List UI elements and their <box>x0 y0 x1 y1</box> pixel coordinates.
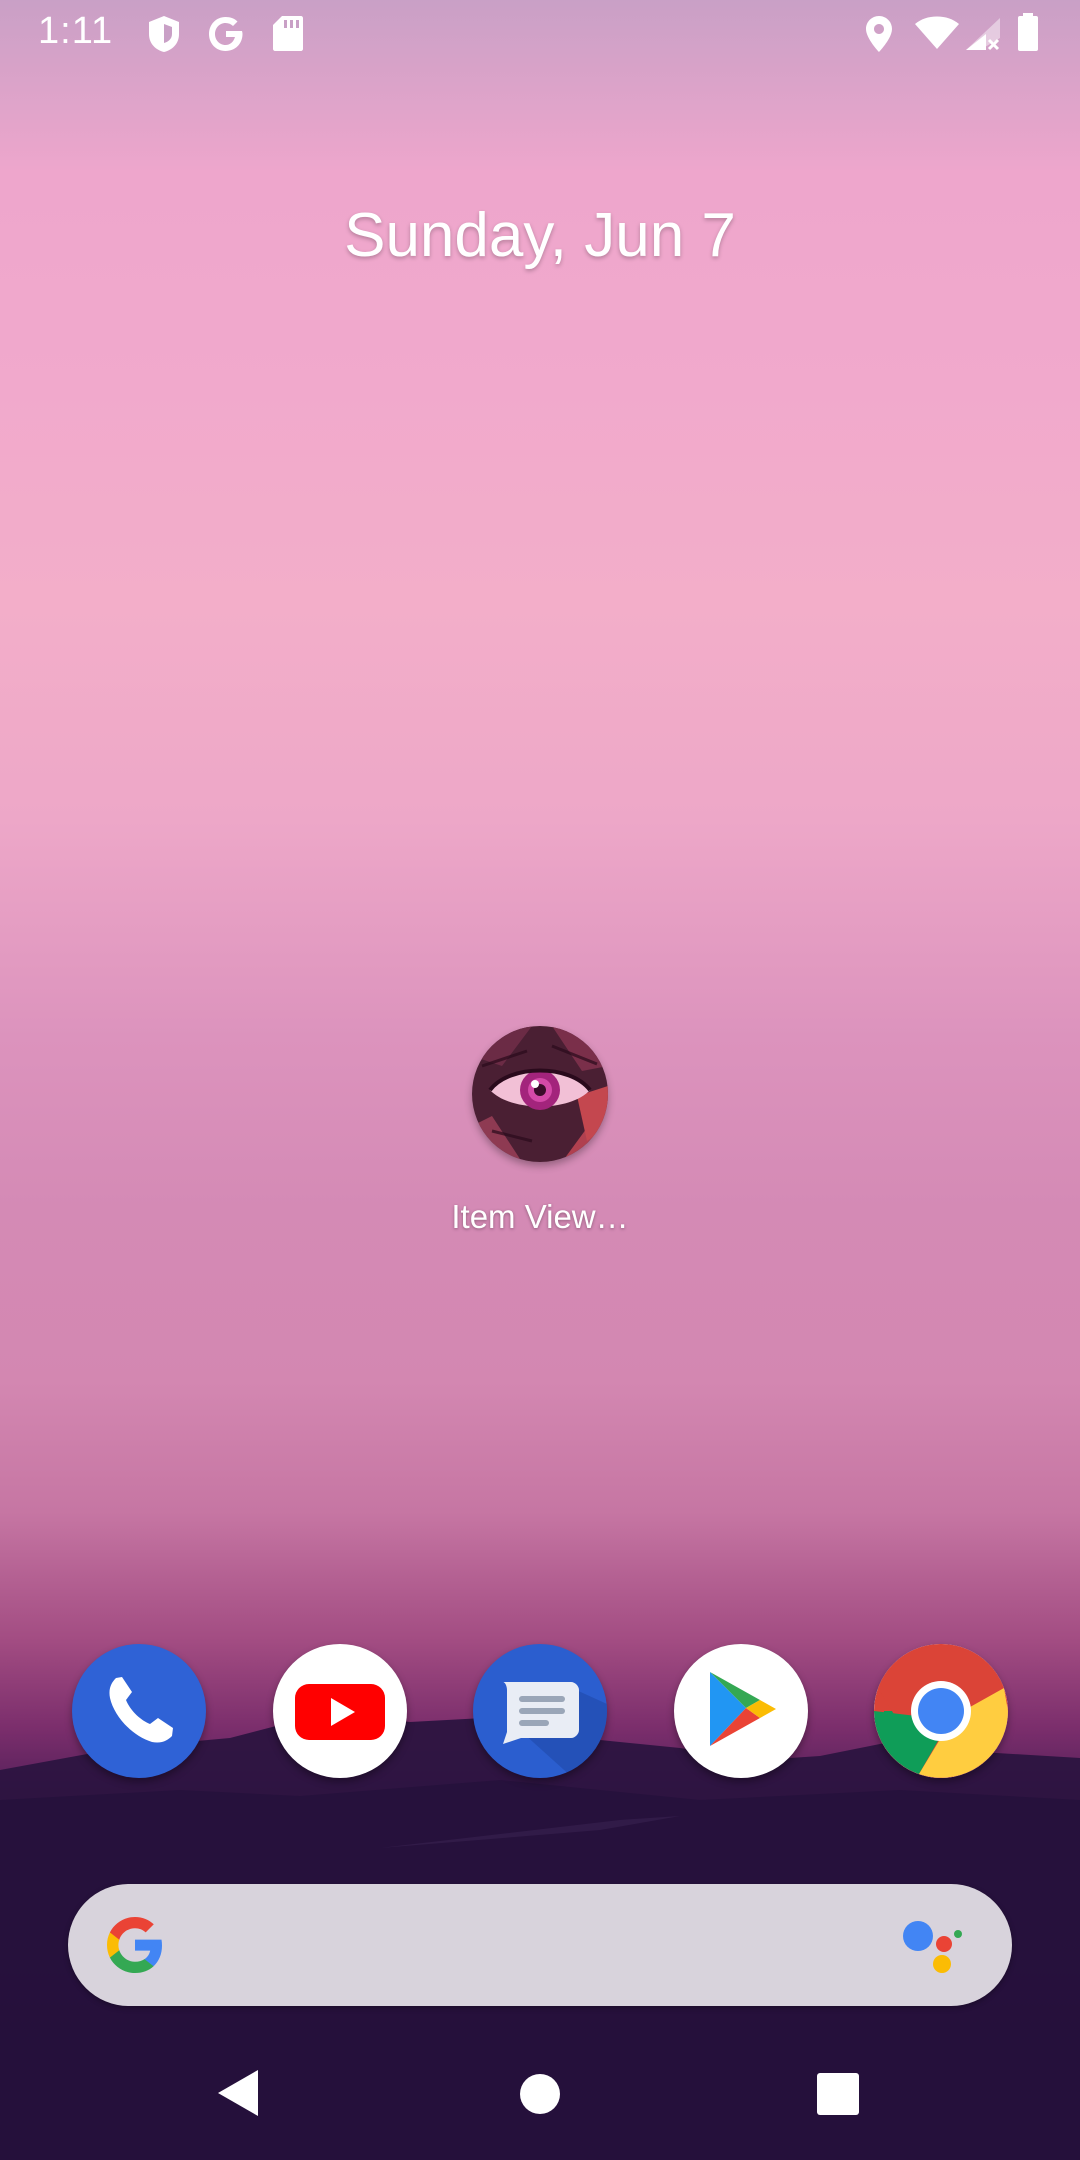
recents-icon[interactable] <box>817 2073 859 2115</box>
battery-icon <box>1018 13 1038 51</box>
play-store-app-icon[interactable] <box>674 1644 808 1778</box>
phone-app-icon[interactable] <box>72 1644 206 1778</box>
messages-app-icon[interactable] <box>473 1644 607 1778</box>
phone-icon <box>109 1677 173 1743</box>
home-icon[interactable] <box>520 2074 560 2114</box>
google-search-bar[interactable] <box>68 1884 1012 2006</box>
youtube-app-icon[interactable] <box>273 1644 407 1778</box>
wifi-icon <box>915 16 959 49</box>
google-logo-icon[interactable] <box>102 1912 168 1978</box>
play-store-icon <box>710 1672 776 1746</box>
chrome-icon <box>874 1644 1008 1778</box>
sd-card-icon <box>273 16 303 51</box>
back-icon[interactable] <box>216 2068 262 2118</box>
google-g-icon <box>209 17 243 51</box>
eye-artwork-icon <box>472 1026 608 1162</box>
chrome-app-icon[interactable] <box>874 1644 1008 1778</box>
cell-signal-icon <box>966 18 1000 51</box>
item-viewer-app-icon[interactable] <box>472 1026 608 1162</box>
search-input[interactable] <box>188 1914 812 1976</box>
assistant-icon[interactable] <box>898 1912 970 1978</box>
status-bar: 1:11 <box>0 0 1080 70</box>
shield-icon <box>149 16 179 52</box>
location-icon <box>866 16 892 52</box>
item-viewer-app-label: Item View… <box>451 1198 629 1235</box>
status-time: 1:11 <box>38 10 114 52</box>
youtube-icon <box>295 1684 385 1740</box>
messages-icon <box>503 1682 607 1778</box>
date-widget[interactable]: Sunday, Jun 7 <box>0 200 1080 271</box>
